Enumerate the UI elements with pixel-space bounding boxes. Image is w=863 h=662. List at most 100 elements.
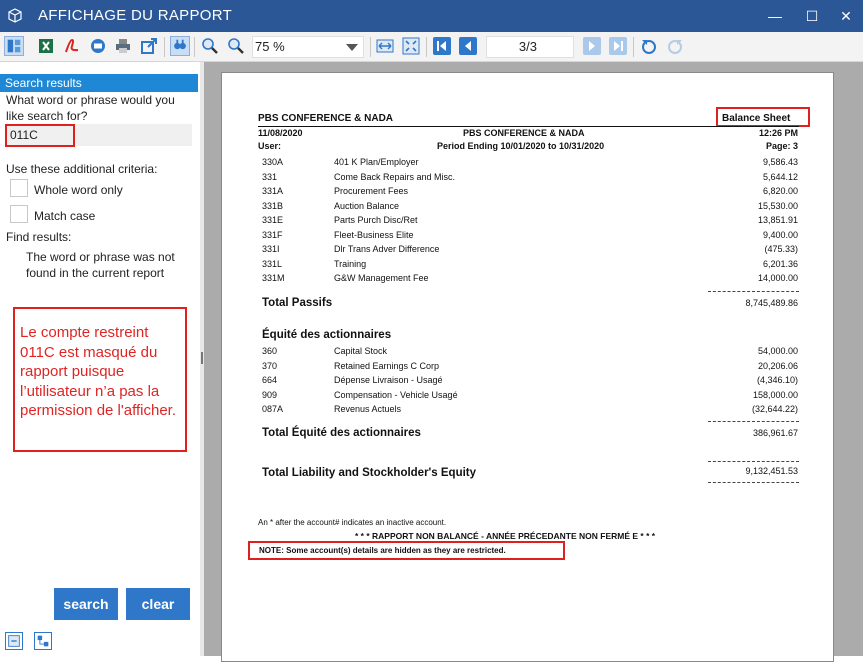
zoom-in-icon[interactable] [200,36,220,56]
export-icon[interactable] [139,36,159,56]
window-title: AFFICHAGE DU RAPPORT [38,7,233,24]
account-description: Auction Balance [334,200,400,211]
match-case-checkbox[interactable] [10,205,28,223]
close-button[interactable]: ✕ [831,4,861,28]
account-amount: 6,201.36 [762,258,798,269]
back-icon[interactable] [639,36,659,56]
report-period: Period Ending 10/01/2020 to 10/31/2020 [437,141,605,151]
report-page-number: Page: 3 [765,141,798,151]
account-description: 401 K Plan/Employer [334,157,419,167]
email-icon[interactable] [88,36,108,56]
restricted-note-highlight [248,541,565,560]
print-icon[interactable] [113,36,133,56]
account-amount: 9,400.00 [762,229,798,240]
next-page-icon[interactable] [582,36,602,56]
account-number: 664 [262,375,278,385]
user-label: User: [258,141,282,151]
account-number: 331E [262,215,284,225]
chevron-down-icon [346,44,358,51]
account-number: 087A [262,404,284,414]
subtotal-dash [708,291,799,292]
total-equity-value: 386,961.67 [752,428,798,438]
criteria-label: Use these additional criteria: [6,162,158,176]
zoom-select[interactable]: 75 % [252,36,364,58]
search-button[interactable]: search [54,588,118,620]
splitter-grip[interactable] [201,352,203,364]
account-amount: 15,530.00 [757,200,798,211]
report-page: PBS CONFERENCE & NADA Balance Sheet 11/0… [221,72,834,662]
double-dash [708,482,799,483]
page-number-field[interactable]: 3/3 [486,36,574,58]
toolbar-separator [370,37,371,57]
search-question-label: What word or phrase would you like searc… [6,93,175,123]
report-date: 11/08/2020 [258,128,303,138]
refresh-icon[interactable] [665,36,685,56]
total-liabilities-label: Total Passifs [262,297,333,309]
page-width-icon[interactable] [375,36,395,56]
result-message: The word or phrase was not found in the … [26,250,175,280]
toggle-panel-icon[interactable] [5,632,23,650]
search-input-highlight [5,124,75,147]
account-description: Compensation - Vehicle Usagé [334,389,458,400]
account-description: Dépense Livraison - Usagé [334,375,443,385]
whole-page-icon[interactable] [401,36,421,56]
toolbar-separator [426,37,427,57]
find-results-label: Find results: [6,230,72,244]
account-amount: 13,851.91 [757,215,798,225]
first-page-icon[interactable] [432,36,452,56]
account-description: Retained Earnings C Corp [334,360,440,371]
cube-icon [8,8,22,23]
unbalanced-note: * * * RAPPORT NON BALANCÉ - ANNÉE PRÉCED… [355,531,656,541]
whole-word-checkbox[interactable] [10,179,28,197]
account-number: 331 [262,171,278,182]
account-number: 331F [262,229,283,240]
find-icon[interactable] [170,36,190,56]
pdf-icon[interactable] [62,36,82,56]
equity-heading: Équité des actionnaires [262,329,392,341]
account-description: G&W Management Fee [334,273,429,283]
group-tree-icon[interactable] [34,632,52,650]
account-amount: 14,000.00 [757,273,798,283]
search-panel: Search results What word or phrase would… [0,62,200,656]
account-amount: (32,644.22) [751,404,798,414]
account-description: Training [334,258,367,269]
maximize-button[interactable]: ☐ [797,4,827,28]
account-amount: 6,820.00 [762,186,798,196]
minimize-button[interactable]: — [760,4,790,28]
last-page-icon[interactable] [608,36,628,56]
title-bar: AFFICHAGE DU RAPPORT — ☐ ✕ [0,0,863,32]
restriction-annotation: Le compte restreint 011C est masqué du r… [13,307,187,452]
account-description: Procurement Fees [334,186,409,196]
total-dash [708,461,799,462]
account-number: 330A [262,157,284,167]
account-number: 909 [262,389,278,400]
account-number: 331B [262,200,284,211]
previous-page-icon[interactable] [458,36,478,56]
clear-button[interactable]: clear [126,588,190,620]
account-amount: (475.33) [764,244,798,254]
vertical-scrollbar[interactable] [848,62,863,656]
zoom-out-icon[interactable] [226,36,246,56]
page-layout-icon[interactable] [4,36,24,56]
inactive-account-note: An * after the account# indicates an ina… [258,518,447,527]
account-description: Come Back Repairs and Misc. [334,171,456,182]
account-number: 331L [262,258,283,269]
zoom-value: 75 % [255,39,285,54]
header-rule [258,126,799,127]
excel-icon[interactable] [36,36,56,56]
search-results-header: Search results [0,74,198,92]
account-amount: 5,644.12 [762,171,798,182]
account-description: Capital Stock [334,346,388,356]
page-indicator: 3/3 [518,39,537,54]
account-number: 331I [262,244,280,254]
account-amount: 54,000.00 [757,346,798,356]
toolbar-separator [194,37,195,57]
match-case-label: Match case [34,209,96,223]
account-amount: 20,206.06 [757,360,798,371]
toolbar-separator [633,37,634,57]
account-amount: (4,346.10) [756,375,798,385]
subtotal-dash [708,421,799,422]
account-amount: 158,000.00 [752,389,798,400]
grand-total-value: 9,132,451.53 [745,466,798,476]
account-number: 370 [262,360,278,371]
